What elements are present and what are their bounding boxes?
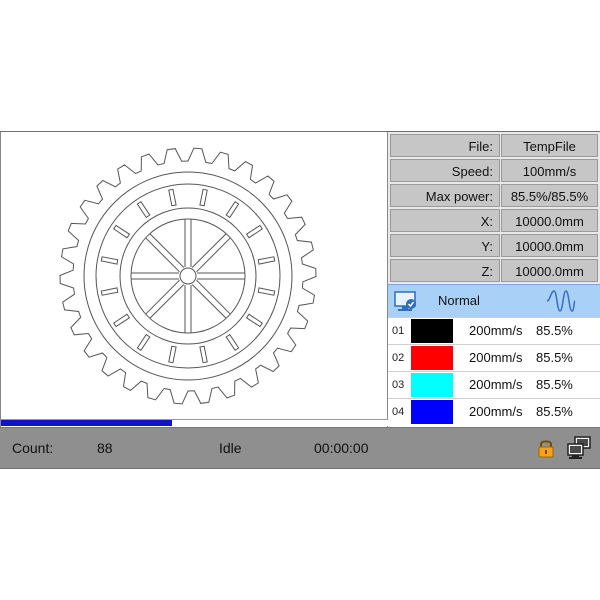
info-row-x: X: 10000.0mm xyxy=(390,209,598,232)
info-row-z: Z: 10000.0mm xyxy=(390,259,598,282)
gear-spoke xyxy=(191,284,227,319)
layer-power: 85.5% xyxy=(536,323,573,338)
layer-color-swatch xyxy=(411,373,453,397)
layer-speed: 200mm/s xyxy=(469,350,523,365)
status-bar: Count: 88 Idle 00:00:00 xyxy=(0,427,600,468)
file-label: File: xyxy=(390,134,500,157)
gear-spoke xyxy=(196,237,231,273)
gear-spoke xyxy=(145,237,180,273)
layer-power: 85.5% xyxy=(536,350,573,365)
gear-slot xyxy=(257,287,276,296)
gear-spoke xyxy=(149,233,185,268)
layer-number: 04 xyxy=(392,406,405,418)
mode-label: Normal xyxy=(438,293,480,308)
lock-icon[interactable] xyxy=(537,438,555,458)
gear-slot xyxy=(100,287,119,296)
gear-slot xyxy=(199,188,208,207)
x-value: 10000.0mm xyxy=(501,209,598,232)
layer-power: 85.5% xyxy=(536,377,573,392)
layer-row-02[interactable]: 02 200mm/s 85.5% xyxy=(388,344,600,370)
gear-hub xyxy=(179,267,197,285)
max-power-value: 85.5%/85.5% xyxy=(501,184,598,207)
gear-slot xyxy=(100,256,119,265)
layer-speed: 200mm/s xyxy=(469,377,523,392)
gear-slot xyxy=(245,224,263,239)
layer-color-swatch xyxy=(411,346,453,370)
layer-color-swatch xyxy=(411,319,453,343)
layer-row-01[interactable]: 01 200mm/s 85.5% xyxy=(388,317,600,343)
gear-design-preview xyxy=(59,147,317,405)
layer-speed: 200mm/s xyxy=(469,323,523,338)
count-label: Count: xyxy=(12,440,54,456)
gear-slot xyxy=(168,188,177,207)
gear-slot xyxy=(113,313,131,328)
mode-bar[interactable]: Normal xyxy=(388,284,600,317)
gear-slot xyxy=(225,201,240,219)
gear-slot xyxy=(168,345,177,364)
info-row-file: File: TempFile xyxy=(390,134,598,157)
y-value: 10000.0mm xyxy=(501,234,598,257)
gear-slot xyxy=(225,333,240,351)
layer-row-04[interactable]: 04 200mm/s 85.5% xyxy=(388,398,600,424)
gear-spoke xyxy=(145,279,180,315)
gear-slot xyxy=(245,313,263,328)
layer-number: 03 xyxy=(392,379,405,391)
file-value: TempFile xyxy=(501,134,598,157)
gear-ring-3 xyxy=(119,207,257,345)
machine-state: Idle xyxy=(219,440,242,456)
progress-fill xyxy=(1,420,172,426)
layer-list: 01 200mm/s 85.5% 02 200mm/s 85.5% 03 200… xyxy=(388,317,600,427)
y-label: Y: xyxy=(390,234,500,257)
gear-ring-4 xyxy=(130,218,246,334)
gear-slot xyxy=(136,201,151,219)
layer-number: 02 xyxy=(392,352,405,364)
layer-number: 01 xyxy=(392,325,405,337)
layer-color-swatch xyxy=(411,400,453,424)
job-info-panel: File: TempFile Speed: 100mm/s Max power:… xyxy=(388,132,600,284)
monitor-check-icon xyxy=(394,291,416,311)
design-preview-canvas[interactable] xyxy=(0,132,389,427)
info-row-max-power: Max power: 85.5%/85.5% xyxy=(390,184,598,207)
gear-spoke xyxy=(196,279,231,315)
info-row-y: Y: 10000.0mm xyxy=(390,234,598,257)
gear-slot xyxy=(113,224,131,239)
z-value: 10000.0mm xyxy=(501,259,598,282)
x-label: X: xyxy=(390,209,500,232)
gear-slot xyxy=(199,345,208,364)
laser-controller-screen: File: TempFile Speed: 100mm/s Max power:… xyxy=(0,131,600,469)
info-row-speed: Speed: 100mm/s xyxy=(390,159,598,182)
count-value: 88 xyxy=(97,440,113,456)
z-label: Z: xyxy=(390,259,500,282)
layer-speed: 200mm/s xyxy=(469,404,523,419)
waveform-icon xyxy=(546,290,576,312)
gear-ring-2 xyxy=(95,183,281,369)
speed-value: 100mm/s xyxy=(501,159,598,182)
gear-slot xyxy=(136,333,151,351)
gear-slot xyxy=(257,256,276,265)
max-power-label: Max power: xyxy=(390,184,500,207)
gear-teeth-outline xyxy=(59,147,317,405)
gear-spoke xyxy=(191,233,227,268)
progress-bar xyxy=(1,419,389,426)
network-icon[interactable] xyxy=(566,436,592,460)
gear-spoke xyxy=(149,284,185,319)
elapsed-time: 00:00:00 xyxy=(314,440,369,456)
gear-ring-1 xyxy=(83,171,293,381)
layer-row-03[interactable]: 03 200mm/s 85.5% xyxy=(388,371,600,397)
layer-power: 85.5% xyxy=(536,404,573,419)
speed-label: Speed: xyxy=(390,159,500,182)
